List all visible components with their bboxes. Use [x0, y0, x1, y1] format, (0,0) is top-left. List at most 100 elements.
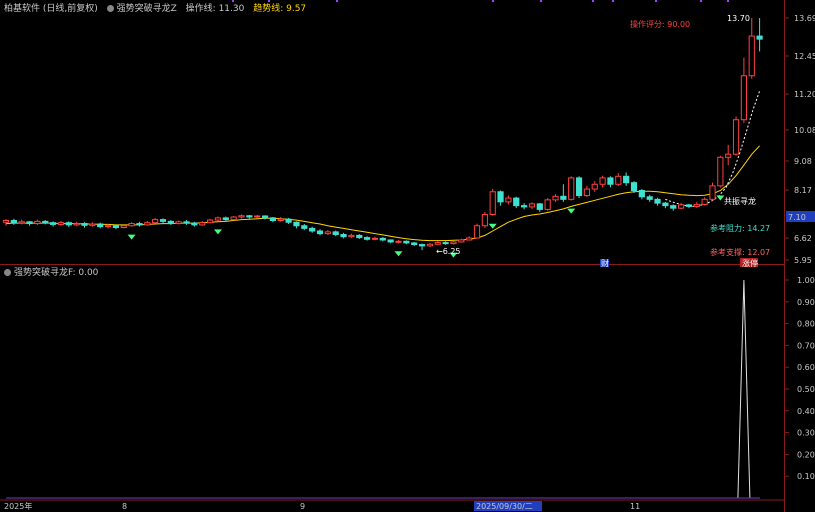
- candle-body: [623, 175, 630, 184]
- candle: [693, 201, 700, 208]
- candle: [521, 203, 528, 210]
- candle-body: [191, 222, 198, 226]
- candle: [293, 221, 300, 229]
- candle: [2, 219, 10, 226]
- buy-signal-icon: [394, 251, 403, 257]
- candle-body: [481, 213, 488, 227]
- candle: [473, 223, 481, 239]
- candle: [65, 221, 72, 228]
- candle: [285, 217, 292, 224]
- candle-body: [73, 223, 80, 226]
- candle-body: [128, 223, 135, 227]
- candle: [701, 197, 708, 206]
- candle-body: [207, 219, 214, 224]
- candle: [144, 220, 151, 226]
- rating-label: 操作评分: 90.00: [630, 19, 690, 29]
- candle: [442, 241, 449, 245]
- candle-body: [575, 177, 583, 197]
- candle-body: [65, 222, 72, 226]
- candle: [670, 204, 677, 211]
- event-marker: [612, 0, 614, 2]
- candle: [324, 230, 331, 235]
- candle-body: [685, 204, 693, 207]
- candle: [238, 214, 245, 219]
- candle-body: [560, 195, 567, 200]
- candle-body: [285, 218, 292, 223]
- price-axis-tick: 8.17: [794, 186, 812, 195]
- buy-signal-icon: [213, 229, 222, 235]
- candle-body: [340, 234, 347, 238]
- candle-body: [57, 222, 65, 225]
- candle: [458, 238, 465, 243]
- candle: [709, 182, 716, 201]
- candle: [73, 221, 80, 227]
- candle-body: [552, 195, 559, 201]
- candle: [646, 194, 653, 202]
- candle: [426, 242, 433, 247]
- candle-body: [112, 225, 120, 228]
- candle: [387, 239, 394, 244]
- candle: [552, 194, 559, 202]
- candle-body: [104, 225, 112, 228]
- candle-body: [230, 216, 237, 221]
- candle-body: [269, 217, 276, 221]
- candle: [505, 195, 512, 205]
- candle: [654, 197, 661, 206]
- candle-body: [144, 222, 151, 226]
- candle: [481, 211, 488, 228]
- candle: [371, 236, 379, 241]
- chart-canvas[interactable]: 13.69 12.45 11.20 10.08 9.08 8.17 6.62 5.95 7.10…: [0, 0, 815, 512]
- price-axis-tick: 12.45: [794, 52, 815, 61]
- candle: [89, 222, 96, 227]
- candle-body: [136, 223, 143, 226]
- candle: [615, 173, 622, 186]
- price-axis-tick: 13.69: [794, 14, 815, 23]
- candle-body: [348, 234, 355, 238]
- event-marker: [336, 0, 338, 2]
- candle-body: [152, 219, 159, 224]
- candle: [599, 175, 606, 188]
- candle: [207, 218, 214, 224]
- candle: [261, 215, 269, 220]
- candle: [269, 217, 276, 223]
- candle: [725, 144, 732, 166]
- candle: [316, 229, 324, 236]
- candle-body: [466, 237, 473, 241]
- candle-body: [725, 153, 732, 158]
- buy-signal-icon: [567, 208, 576, 214]
- sub-axis-tick: 0.30: [797, 429, 815, 438]
- candle-body: [670, 205, 677, 209]
- sub-axis-tick: 0.20: [797, 450, 815, 459]
- candle-body: [371, 237, 379, 240]
- candle-body: [544, 199, 551, 210]
- candle-body: [568, 177, 575, 200]
- candle-body: [654, 198, 661, 204]
- candle-body: [395, 240, 402, 243]
- event-marker: [492, 0, 494, 2]
- candle-body: [364, 237, 371, 240]
- candle-body: [458, 239, 465, 243]
- candle-body: [599, 177, 606, 185]
- candle-body: [426, 243, 433, 247]
- finance-marker-text: 财: [601, 258, 609, 268]
- event-marker: [727, 0, 729, 2]
- event-marker: [700, 0, 702, 2]
- candle-body: [222, 217, 229, 221]
- candle: [340, 232, 347, 239]
- candle: [575, 176, 583, 199]
- candle-body: [473, 225, 481, 239]
- price-axis-tick: 6.62: [794, 234, 812, 243]
- candle: [18, 219, 25, 225]
- trend-line: [5, 145, 760, 242]
- candle-body: [450, 241, 457, 245]
- candle-body: [678, 204, 685, 209]
- candle: [81, 222, 88, 228]
- limit-up-badge-text: 涨停: [742, 258, 758, 268]
- candle-body: [159, 219, 167, 222]
- candle: [301, 224, 308, 231]
- candle: [740, 57, 747, 123]
- candle-body: [89, 223, 96, 226]
- candle: [418, 243, 426, 251]
- sub-axis-tick: 0.70: [797, 341, 815, 350]
- candle: [175, 220, 182, 225]
